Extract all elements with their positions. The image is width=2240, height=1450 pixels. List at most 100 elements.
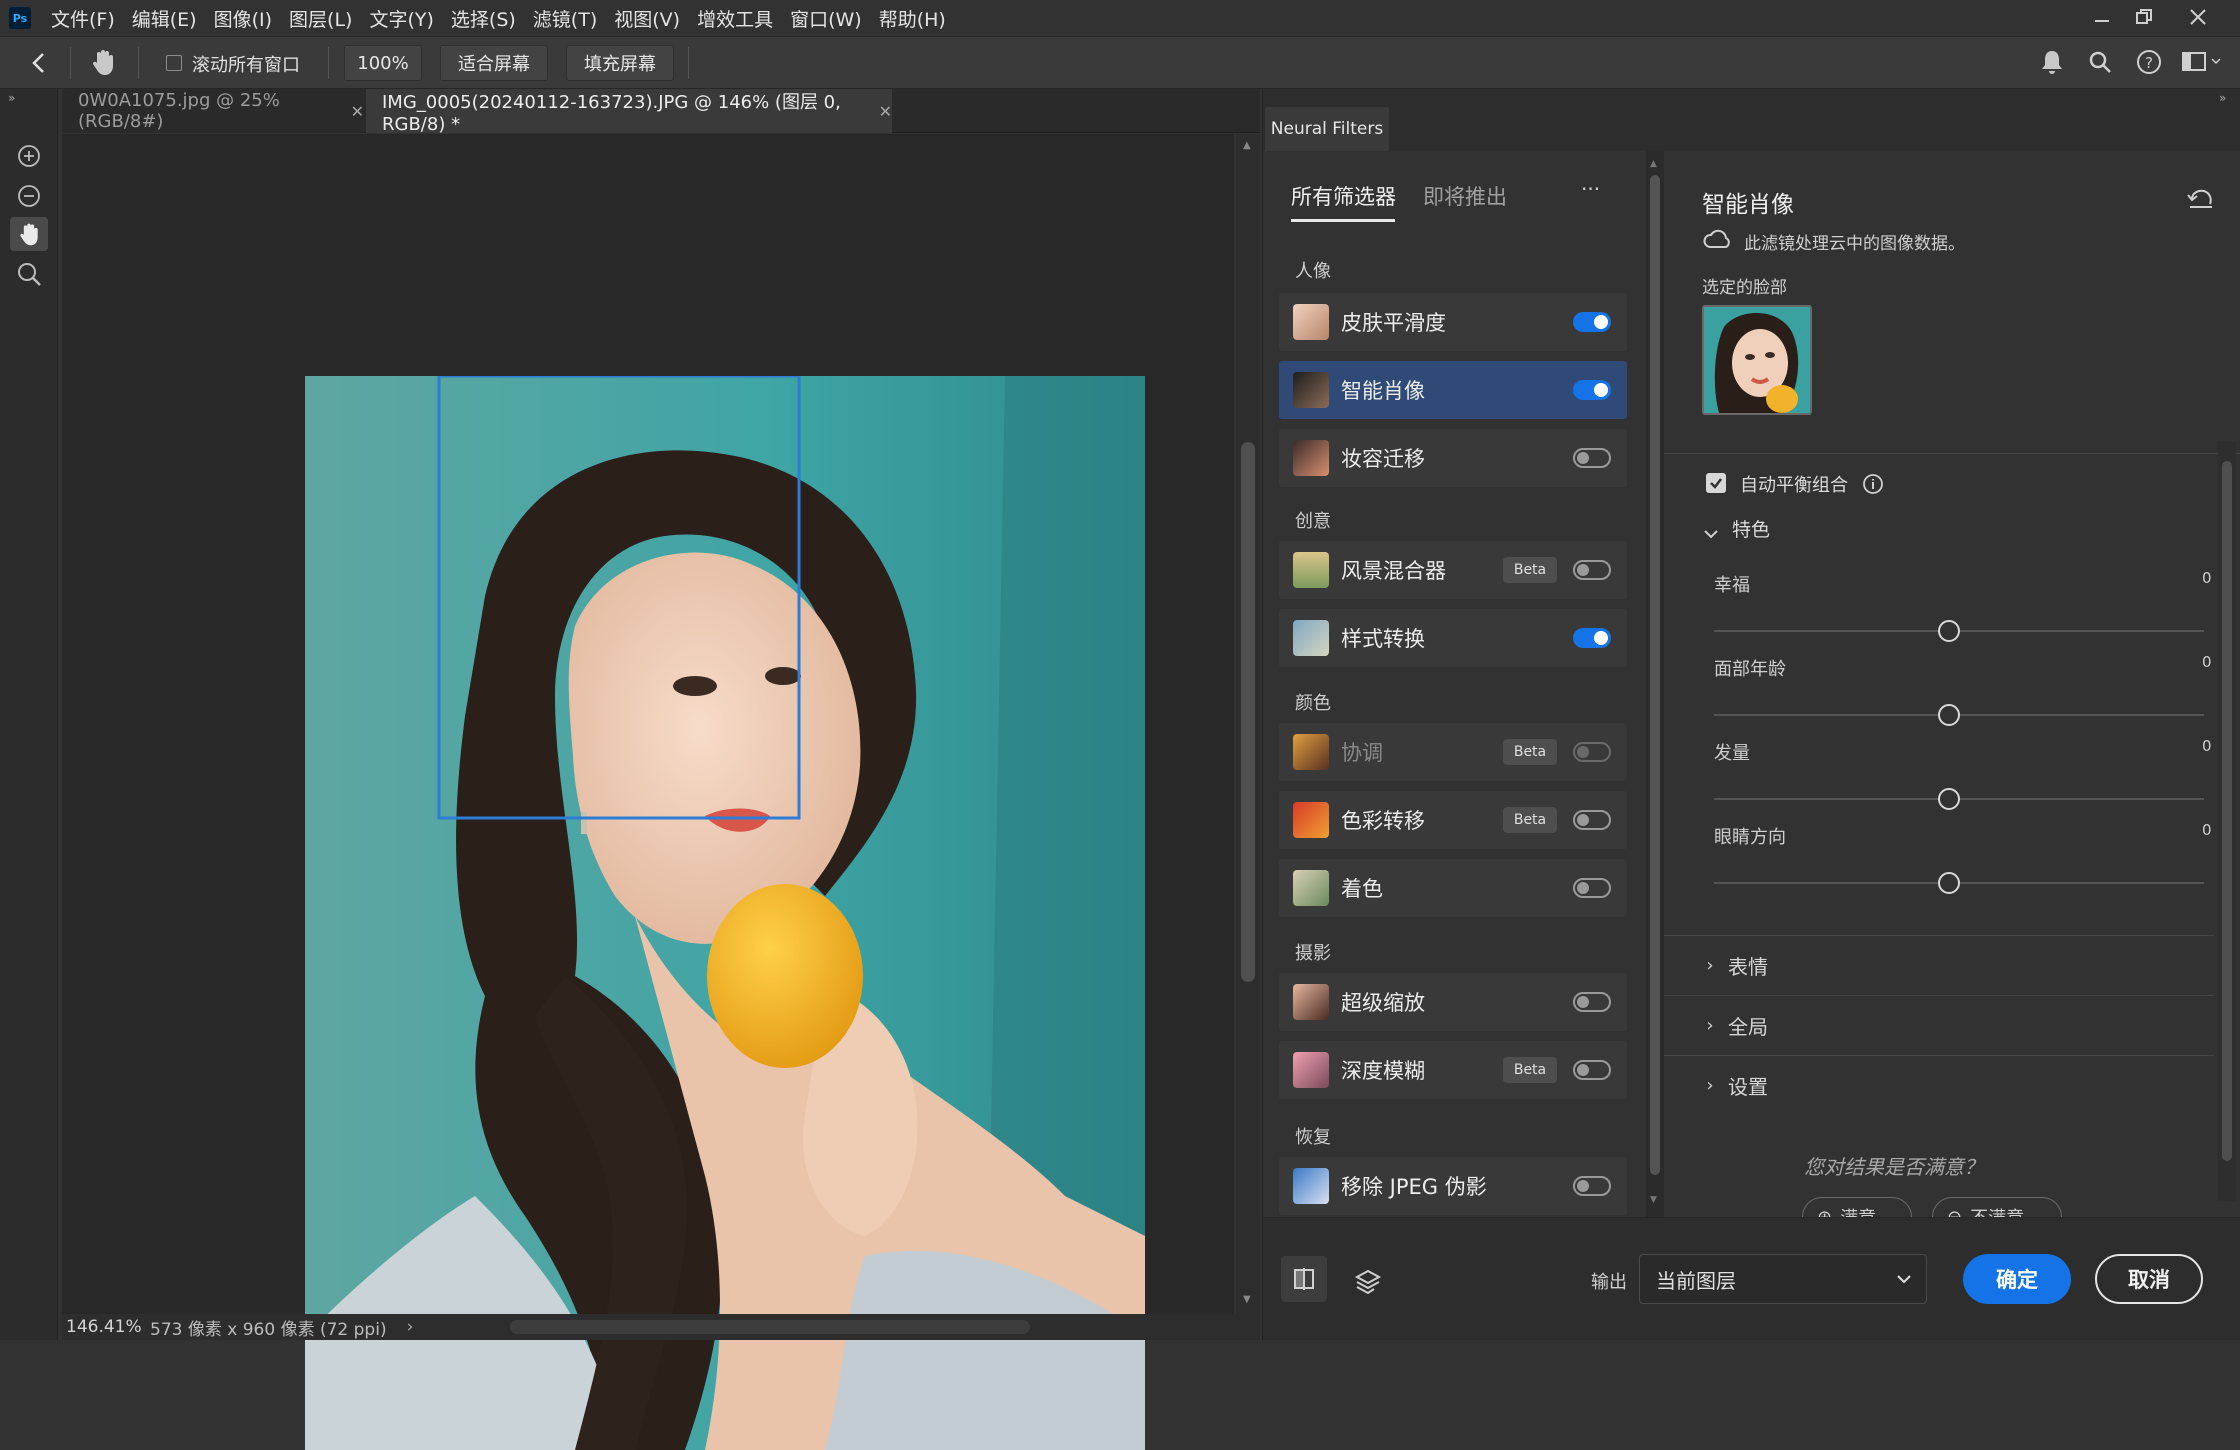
scroll-down-icon[interactable]: ▼: [1650, 1195, 1657, 1205]
hand-tool-icon[interactable]: [88, 47, 118, 81]
scrollbar-thumb[interactable]: [1650, 175, 1660, 1175]
close-window-icon[interactable]: [2178, 0, 2218, 34]
collapse-panel-icon[interactable]: »: [2219, 91, 2226, 105]
selected-face-thumbnail[interactable]: [1702, 305, 1812, 415]
filter-color-transfer[interactable]: 色彩转移 Beta: [1279, 791, 1627, 849]
menu-help[interactable]: 帮助(H): [879, 5, 946, 32]
output-select[interactable]: 当前图层: [1639, 1254, 1927, 1304]
filter-style-transfer[interactable]: 样式转换: [1279, 609, 1627, 667]
filter-super-zoom[interactable]: 超级缩放: [1279, 973, 1627, 1031]
cancel-button[interactable]: 取消: [2095, 1254, 2203, 1304]
info-icon[interactable]: [1862, 473, 1884, 499]
filter-makeup-transfer[interactable]: 妆容迁移: [1279, 429, 1627, 487]
layers-preview-icon[interactable]: [1345, 1258, 1391, 1304]
notifications-bell-icon[interactable]: [2040, 49, 2064, 79]
slider-value-eye-direction: 0: [2202, 821, 2212, 839]
expander-settings[interactable]: › 设置: [1664, 1055, 2214, 1115]
menu-view[interactable]: 视图(V): [614, 5, 680, 32]
canvas-vertical-scrollbar[interactable]: ▲ ▼: [1236, 134, 1260, 1314]
doc-tab-img-0005[interactable]: IMG_0005(20240112-163723).JPG @ 146% (图层…: [366, 89, 892, 135]
settings-scrollbar[interactable]: [2218, 441, 2236, 1201]
hand-tool-icon[interactable]: [10, 217, 48, 251]
restore-icon[interactable]: [2124, 0, 2164, 34]
slider-knob-happiness[interactable]: [1938, 620, 1960, 642]
scroll-down-icon[interactable]: ▼: [1243, 1294, 1251, 1305]
filter-depth-blur[interactable]: 深度模糊 Beta: [1279, 1041, 1627, 1099]
status-arrow-icon[interactable]: ›: [407, 1317, 414, 1337]
minimize-icon[interactable]: [2082, 0, 2122, 34]
feedback-yes-button[interactable]: ⊕ 满意: [1802, 1197, 1912, 1217]
toggle-switch[interactable]: [1573, 1060, 1611, 1080]
before-after-split-icon[interactable]: [1281, 1256, 1327, 1302]
menu-filter[interactable]: 滤镜(T): [533, 5, 597, 32]
collapse-arrows-icon[interactable]: »: [8, 91, 15, 105]
filter-landscape-mixer[interactable]: 风景混合器 Beta: [1279, 541, 1627, 599]
scrollbar-thumb[interactable]: [1241, 442, 1255, 982]
menu-image[interactable]: 图像(I): [214, 5, 272, 32]
zoom-tool-icon[interactable]: [10, 257, 48, 291]
tab-coming-soon[interactable]: 即将推出: [1423, 181, 1507, 211]
expander-expression[interactable]: › 表情: [1664, 935, 2214, 995]
menu-layer[interactable]: 图层(L): [289, 5, 352, 32]
menu-select[interactable]: 选择(S): [451, 5, 516, 32]
toggle-switch[interactable]: [1573, 878, 1611, 898]
ok-button[interactable]: 确定: [1963, 1254, 2071, 1304]
filter-list-scrollbar[interactable]: ▲ ▼: [1646, 151, 1664, 1217]
doc-tab-0w0a1075[interactable]: 0W0A1075.jpg @ 25%(RGB/8#) ✕: [62, 89, 364, 133]
feedback-yes-label: 满意: [1840, 1204, 1876, 1217]
document-canvas[interactable]: [62, 134, 1234, 1450]
search-icon[interactable]: [2088, 50, 2112, 78]
toggle-switch[interactable]: [1573, 380, 1611, 400]
close-tab-icon[interactable]: ✕: [351, 102, 364, 121]
help-icon[interactable]: ?: [2136, 49, 2162, 79]
toggle-switch[interactable]: [1573, 810, 1611, 830]
toggle-switch[interactable]: [1573, 312, 1611, 332]
slider-knob-eye-direction[interactable]: [1938, 872, 1960, 894]
fill-screen-button[interactable]: 填充屏幕: [566, 45, 674, 81]
beta-badge: Beta: [1503, 807, 1557, 833]
scroll-up-icon[interactable]: ▲: [1650, 159, 1657, 169]
filter-harmonization[interactable]: 协调 Beta: [1279, 723, 1627, 781]
more-options-icon[interactable]: ···: [1581, 177, 1600, 201]
toggle-switch[interactable]: [1573, 742, 1611, 762]
scroll-up-icon[interactable]: ▲: [1243, 140, 1251, 151]
menu-file[interactable]: 文件(F): [51, 5, 115, 32]
separator: [688, 47, 689, 79]
toggle-switch[interactable]: [1573, 992, 1611, 1012]
section-features-label[interactable]: 特色: [1732, 515, 1770, 542]
chevron-down-icon[interactable]: [1702, 527, 1720, 546]
filter-smart-portrait[interactable]: 智能肖像: [1279, 361, 1627, 419]
filter-remove-jpeg-artifacts[interactable]: 移除 JPEG 伪影: [1279, 1157, 1627, 1215]
toggle-switch[interactable]: [1573, 628, 1611, 648]
back-arrow-icon[interactable]: [28, 51, 50, 79]
scroll-all-checkbox[interactable]: [166, 55, 182, 71]
toggle-switch[interactable]: [1573, 1176, 1611, 1196]
output-label: 输出: [1591, 1272, 1627, 1293]
menu-plugins[interactable]: 增效工具: [697, 5, 773, 32]
close-tab-icon[interactable]: ✕: [879, 102, 892, 121]
zoom-in-point-icon[interactable]: [10, 139, 48, 173]
filter-colorize[interactable]: 着色: [1279, 859, 1627, 917]
feedback-no-button[interactable]: ⊖ 不满意: [1932, 1197, 2062, 1217]
toggle-switch[interactable]: [1573, 560, 1611, 580]
neural-filters-tab[interactable]: Neural Filters: [1265, 107, 1389, 151]
menu-edit[interactable]: 编辑(E): [132, 5, 197, 32]
expander-global[interactable]: › 全局: [1664, 995, 2214, 1055]
menu-window[interactable]: 窗口(W): [790, 5, 862, 32]
tab-all-filters[interactable]: 所有筛选器: [1291, 181, 1396, 211]
filter-skin-smoothing[interactable]: 皮肤平滑度: [1279, 293, 1627, 351]
fit-screen-button[interactable]: 适合屏幕: [440, 45, 548, 81]
horizontal-scrollbar[interactable]: [510, 1320, 1030, 1334]
filter-label: 着色: [1341, 877, 1383, 901]
auto-balance-checkbox[interactable]: [1706, 473, 1726, 493]
menu-type[interactable]: 文字(Y): [369, 5, 433, 32]
workspace-layout-icon[interactable]: [2182, 51, 2222, 77]
reset-icon[interactable]: [2186, 187, 2214, 215]
zoom-100-button[interactable]: 100%: [344, 45, 422, 81]
slider-knob-facial-age[interactable]: [1938, 704, 1960, 726]
zoom-readout[interactable]: 146.41%: [66, 1317, 142, 1337]
zoom-out-point-icon[interactable]: [10, 179, 48, 213]
scrollbar-thumb[interactable]: [2222, 461, 2232, 1161]
toggle-switch[interactable]: [1573, 448, 1611, 468]
slider-knob-hair-thickness[interactable]: [1938, 788, 1960, 810]
